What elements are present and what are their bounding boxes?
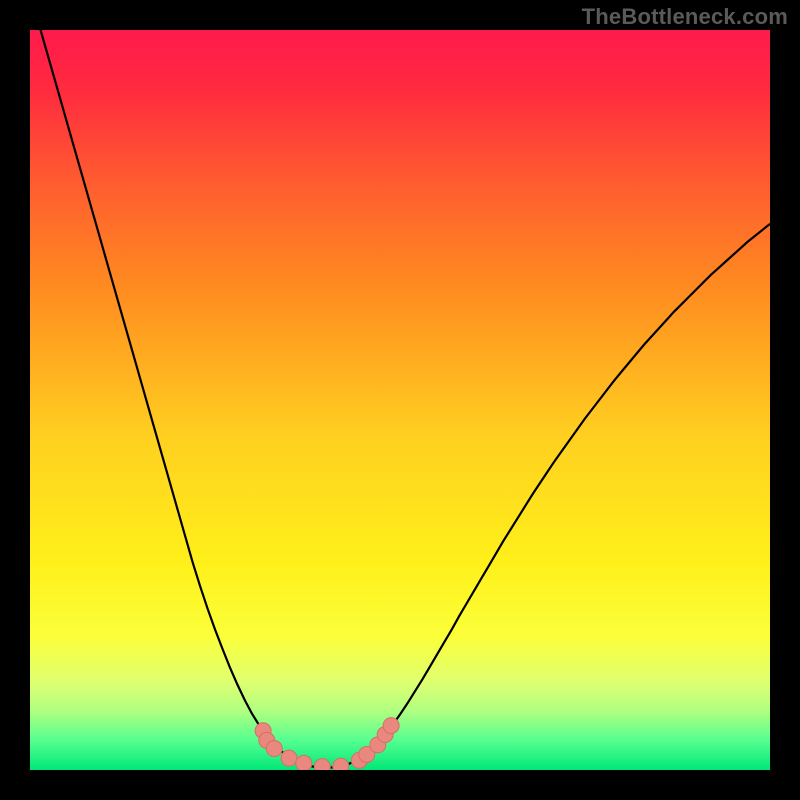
curve-marker <box>333 758 349 770</box>
chart-svg <box>30 30 770 770</box>
curve-marker <box>383 718 399 734</box>
gradient-background <box>30 30 770 770</box>
chart-frame: TheBottleneck.com <box>0 0 800 800</box>
plot-area <box>30 30 770 770</box>
watermark-text: TheBottleneck.com <box>582 4 788 30</box>
curve-marker <box>296 755 312 770</box>
curve-marker <box>281 750 297 766</box>
curve-marker <box>266 741 282 757</box>
curve-marker <box>314 759 330 770</box>
